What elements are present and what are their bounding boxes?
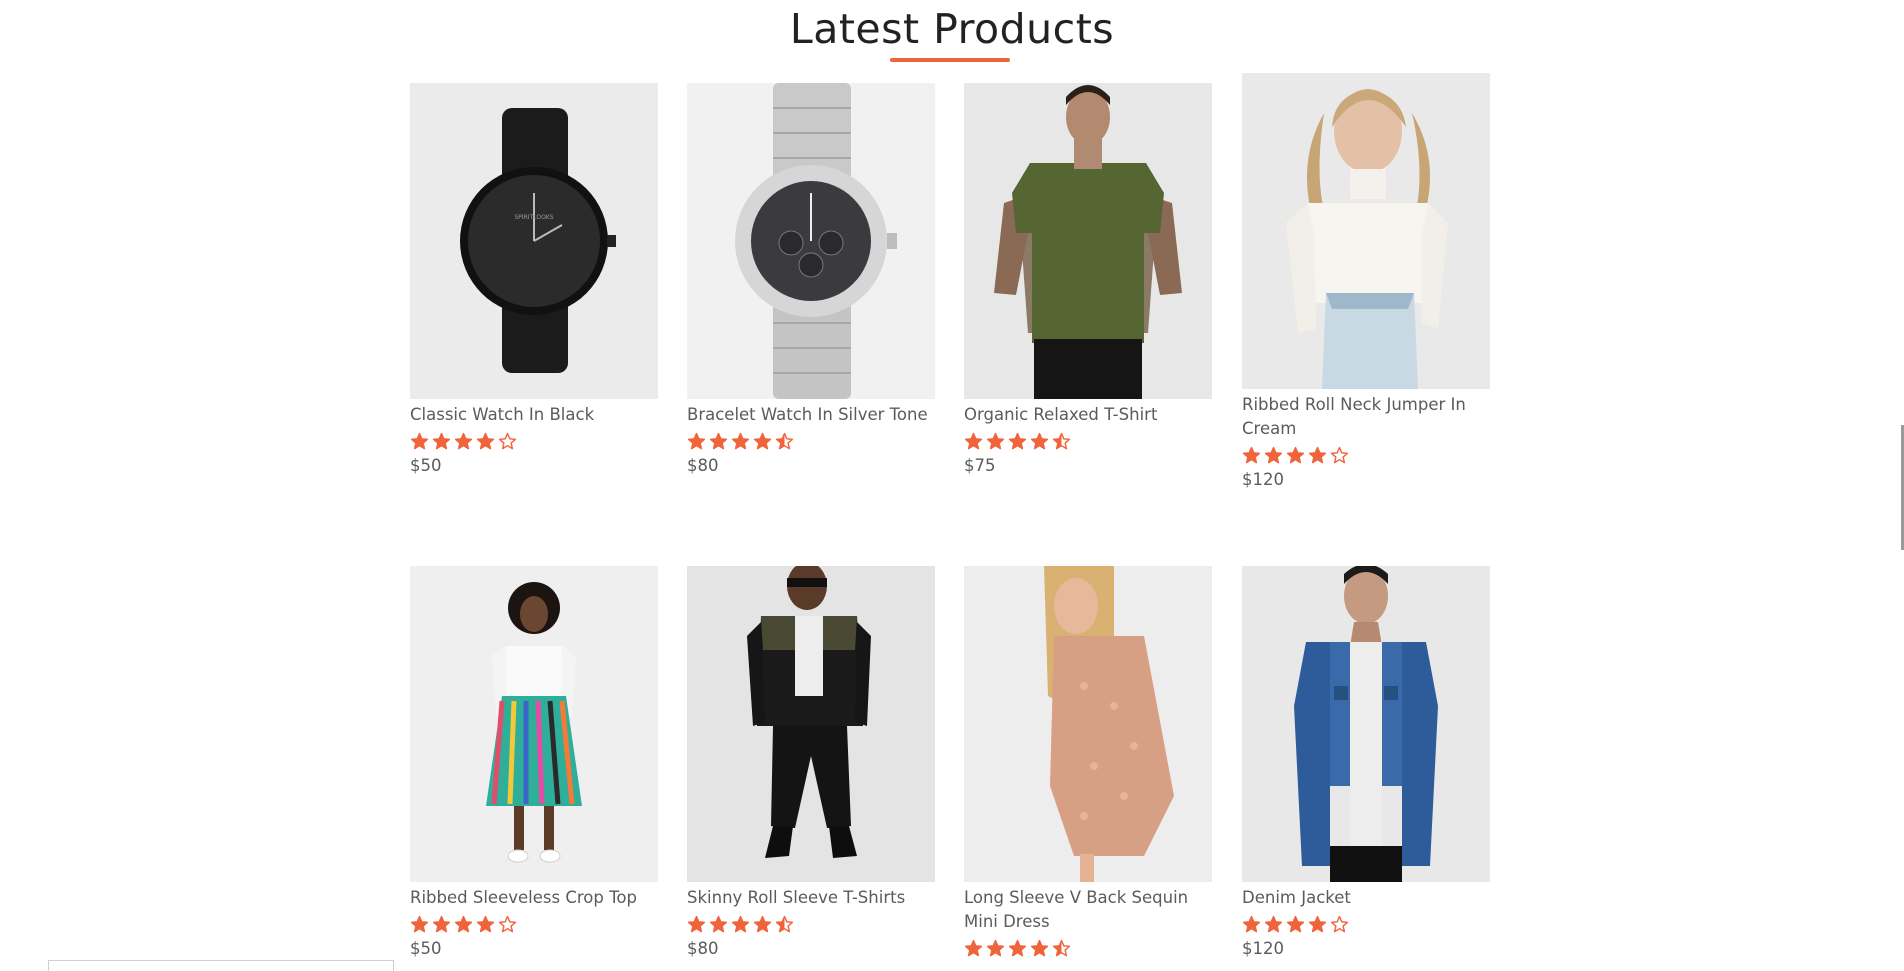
- star-filled-icon: [1308, 915, 1327, 932]
- star-filled-icon: [731, 915, 750, 932]
- star-empty-icon: [1330, 915, 1349, 932]
- product-name[interactable]: Ribbed Sleeveless Crop Top: [410, 886, 658, 910]
- star-filled-icon: [753, 915, 772, 932]
- star-half-icon: [1052, 939, 1071, 956]
- product-image[interactable]: [687, 566, 935, 882]
- star-filled-icon: [964, 432, 983, 449]
- rating-stars: [1242, 914, 1490, 934]
- star-filled-icon: [687, 915, 706, 932]
- rating-stars: [410, 914, 658, 934]
- rating-stars: [410, 431, 658, 451]
- product-name[interactable]: Classic Watch In Black: [410, 403, 658, 427]
- product-name[interactable]: Bracelet Watch In Silver Tone: [687, 403, 935, 427]
- star-filled-icon: [1286, 446, 1305, 463]
- product-name[interactable]: Organic Relaxed T-Shirt: [964, 403, 1212, 427]
- section-title: Latest Products: [789, 5, 1115, 53]
- star-filled-icon: [476, 432, 495, 449]
- product-image[interactable]: SPIRITLOOKS: [410, 83, 658, 399]
- star-half-icon: [1052, 432, 1071, 449]
- star-filled-icon: [1264, 915, 1283, 932]
- product-card[interactable]: Denim Jacket $120: [1242, 566, 1490, 960]
- product-image[interactable]: [687, 83, 935, 399]
- product-name[interactable]: Long Sleeve V Back Sequin Mini Dress: [964, 886, 1212, 934]
- star-filled-icon: [986, 432, 1005, 449]
- product-name[interactable]: Skinny Roll Sleeve T-Shirts: [687, 886, 935, 910]
- product-image[interactable]: [410, 566, 658, 882]
- star-empty-icon: [498, 432, 517, 449]
- product-image[interactable]: [1242, 73, 1490, 389]
- star-filled-icon: [731, 432, 750, 449]
- product-price: $50: [410, 939, 442, 958]
- product-card[interactable]: Ribbed Sleeveless Crop Top $50: [410, 566, 658, 960]
- star-filled-icon: [709, 432, 728, 449]
- star-filled-icon: [432, 915, 451, 932]
- product-price: $120: [1242, 939, 1284, 958]
- star-half-icon: [775, 432, 794, 449]
- rating-stars: [687, 914, 935, 934]
- rating-stars: [1242, 445, 1490, 465]
- product-price: $50: [410, 456, 442, 475]
- product-card[interactable]: Skinny Roll Sleeve T-Shirts $80: [687, 566, 935, 960]
- product-price: $80: [687, 939, 719, 958]
- star-empty-icon: [498, 915, 517, 932]
- star-filled-icon: [1008, 939, 1027, 956]
- star-filled-icon: [1264, 446, 1283, 463]
- star-filled-icon: [1030, 939, 1049, 956]
- star-filled-icon: [964, 939, 983, 956]
- product-price: $80: [687, 456, 719, 475]
- title-underline: [890, 58, 1010, 62]
- product-name[interactable]: Ribbed Roll Neck Jumper In Cream: [1242, 393, 1490, 441]
- star-filled-icon: [476, 915, 495, 932]
- star-filled-icon: [410, 432, 429, 449]
- product-name[interactable]: Denim Jacket: [1242, 886, 1490, 910]
- star-filled-icon: [1308, 446, 1327, 463]
- product-image[interactable]: [1242, 566, 1490, 882]
- star-filled-icon: [986, 939, 1005, 956]
- star-filled-icon: [454, 432, 473, 449]
- product-card[interactable]: Long Sleeve V Back Sequin Mini Dress: [964, 566, 1212, 962]
- product-card[interactable]: SPIRITLOOKS Classic Watch In Black $50: [410, 83, 658, 477]
- svg-text:SPIRITLOOKS: SPIRITLOOKS: [514, 214, 553, 221]
- product-card[interactable]: Organic Relaxed T-Shirt $75: [964, 83, 1212, 477]
- rating-stars: [964, 938, 1212, 958]
- rating-stars: [687, 431, 935, 451]
- star-filled-icon: [454, 915, 473, 932]
- star-filled-icon: [432, 432, 451, 449]
- star-filled-icon: [709, 915, 728, 932]
- star-filled-icon: [1008, 432, 1027, 449]
- product-price: $75: [964, 456, 996, 475]
- star-filled-icon: [410, 915, 429, 932]
- star-empty-icon: [1330, 446, 1349, 463]
- product-price: $120: [1242, 470, 1284, 489]
- product-card[interactable]: Bracelet Watch In Silver Tone $80: [687, 83, 935, 477]
- star-filled-icon: [1286, 915, 1305, 932]
- star-filled-icon: [1242, 446, 1261, 463]
- product-card[interactable]: Ribbed Roll Neck Jumper In Cream $120: [1242, 73, 1490, 491]
- product-image[interactable]: [964, 83, 1212, 399]
- star-filled-icon: [753, 432, 772, 449]
- star-half-icon: [775, 915, 794, 932]
- star-filled-icon: [1242, 915, 1261, 932]
- star-filled-icon: [687, 432, 706, 449]
- rating-stars: [964, 431, 1212, 451]
- star-filled-icon: [1030, 432, 1049, 449]
- product-image[interactable]: [964, 566, 1212, 882]
